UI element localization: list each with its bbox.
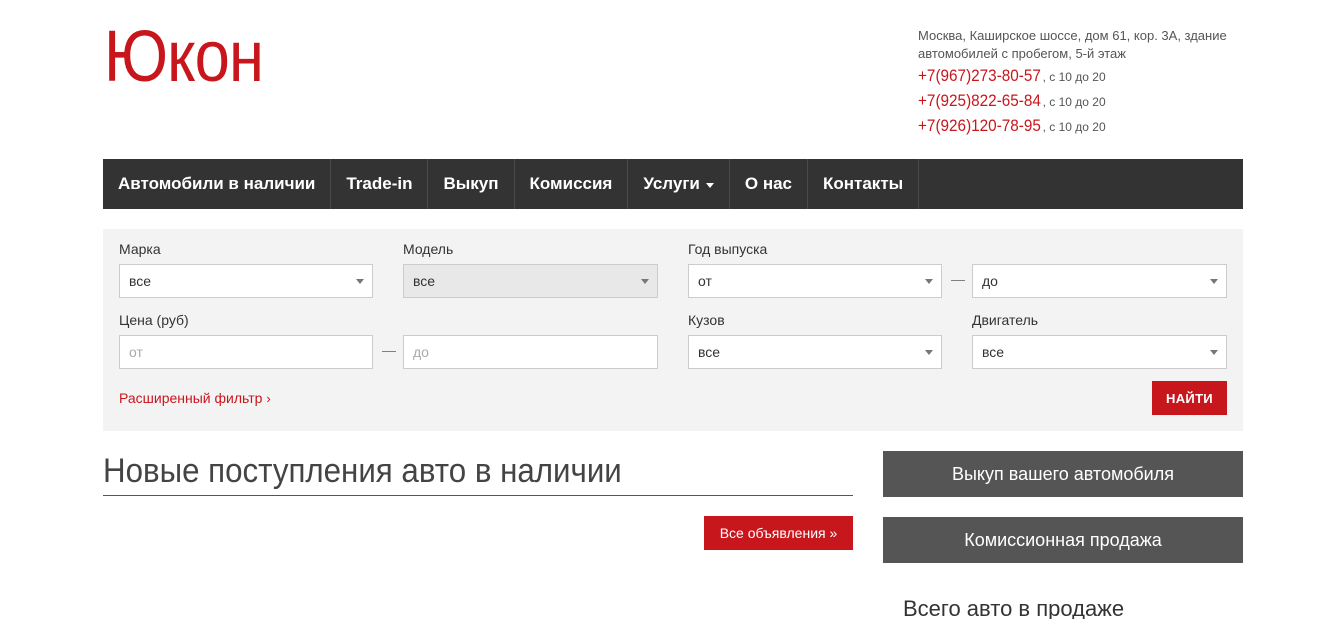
nav-item-trade-in[interactable]: Trade-in xyxy=(331,159,429,209)
advanced-filter-link[interactable]: Расширенный фильтр › xyxy=(119,390,271,406)
phone-row: +7(967)273-80-57, с 10 до 20 xyxy=(918,65,1248,88)
year-label: Год выпуска xyxy=(688,241,768,257)
site-logo[interactable]: Юкон xyxy=(104,12,264,102)
price-to-placeholder: до xyxy=(413,344,429,360)
main-nav: Автомобили в наличии Trade-in Выкуп Коми… xyxy=(103,159,1243,209)
phone-link[interactable]: +7(926)120-78-95 xyxy=(918,115,1041,137)
engine-select-value: все xyxy=(982,344,1005,360)
nav-item-about[interactable]: О нас xyxy=(730,159,808,209)
search-button[interactable]: НАЙТИ xyxy=(1152,381,1227,415)
nav-item-services-label: Услуги xyxy=(643,174,700,193)
engine-select[interactable]: все xyxy=(972,335,1227,369)
body-select-value: все xyxy=(698,344,721,360)
search-filter: Марка все Модель все Год выпуска от — до… xyxy=(103,229,1243,431)
all-ads-button[interactable]: Все объявления » xyxy=(704,516,853,550)
header-contacts: Москва, Каширское шоссе, дом 61, кор. 3А… xyxy=(918,27,1248,138)
model-label: Модель xyxy=(403,241,454,257)
price-to-input[interactable]: до xyxy=(403,335,658,369)
phone-hours: , с 10 до 20 xyxy=(1042,70,1106,84)
brand-select-value: все xyxy=(129,273,152,289)
nav-item-services[interactable]: Услуги xyxy=(628,159,730,209)
engine-label: Двигатель xyxy=(972,312,1039,328)
nav-item-buyout[interactable]: Выкуп xyxy=(428,159,515,209)
chevron-right-icon: › xyxy=(266,391,271,406)
phone-hours: , с 10 до 20 xyxy=(1042,95,1106,109)
phone-row: +7(925)822-65-84, с 10 до 20 xyxy=(918,90,1248,113)
range-dash: — xyxy=(951,271,965,287)
body-label: Кузов xyxy=(688,312,725,328)
nav-item-contacts[interactable]: Контакты xyxy=(808,159,920,209)
select-arrow-icon xyxy=(1210,350,1218,355)
select-arrow-icon xyxy=(356,279,364,284)
year-from-value: от xyxy=(698,273,712,289)
select-arrow-icon xyxy=(1210,279,1218,284)
brand-label: Марка xyxy=(119,241,161,257)
brand-select[interactable]: все xyxy=(119,264,373,298)
model-select-value: все xyxy=(413,273,436,289)
address: Москва, Каширское шоссе, дом 61, кор. 3А… xyxy=(918,28,1227,61)
phone-hours: , с 10 до 20 xyxy=(1042,120,1106,134)
advanced-filter-label: Расширенный фильтр xyxy=(119,390,263,406)
page-title-text: Новые поступления авто в наличии xyxy=(103,452,622,490)
price-label: Цена (руб) xyxy=(119,312,189,328)
phone-link[interactable]: +7(967)273-80-57 xyxy=(918,65,1041,87)
year-to-select[interactable]: до xyxy=(972,264,1227,298)
buyout-button[interactable]: Выкуп вашего автомобиля xyxy=(883,451,1243,497)
model-select[interactable]: все xyxy=(403,264,658,298)
select-arrow-icon xyxy=(641,279,649,284)
page-title: Новые поступления авто в наличии xyxy=(103,449,853,496)
commission-button[interactable]: Комиссионная продажа xyxy=(883,517,1243,563)
phone-link[interactable]: +7(925)822-65-84 xyxy=(918,90,1041,112)
year-to-value: до xyxy=(982,273,998,289)
price-from-placeholder: от xyxy=(129,344,143,360)
range-dash: — xyxy=(382,342,396,358)
nav-item-commission[interactable]: Комиссия xyxy=(515,159,629,209)
caret-down-icon xyxy=(705,182,714,188)
total-cars-heading: Всего авто в продаже xyxy=(903,596,1125,619)
phone-row: +7(926)120-78-95, с 10 до 20 xyxy=(918,115,1248,138)
nav-item-cars-in-stock[interactable]: Автомобили в наличии xyxy=(103,159,332,209)
price-from-input[interactable]: от xyxy=(119,335,373,369)
year-from-select[interactable]: от xyxy=(688,264,942,298)
select-arrow-icon xyxy=(925,350,933,355)
select-arrow-icon xyxy=(925,279,933,284)
body-select[interactable]: все xyxy=(688,335,942,369)
